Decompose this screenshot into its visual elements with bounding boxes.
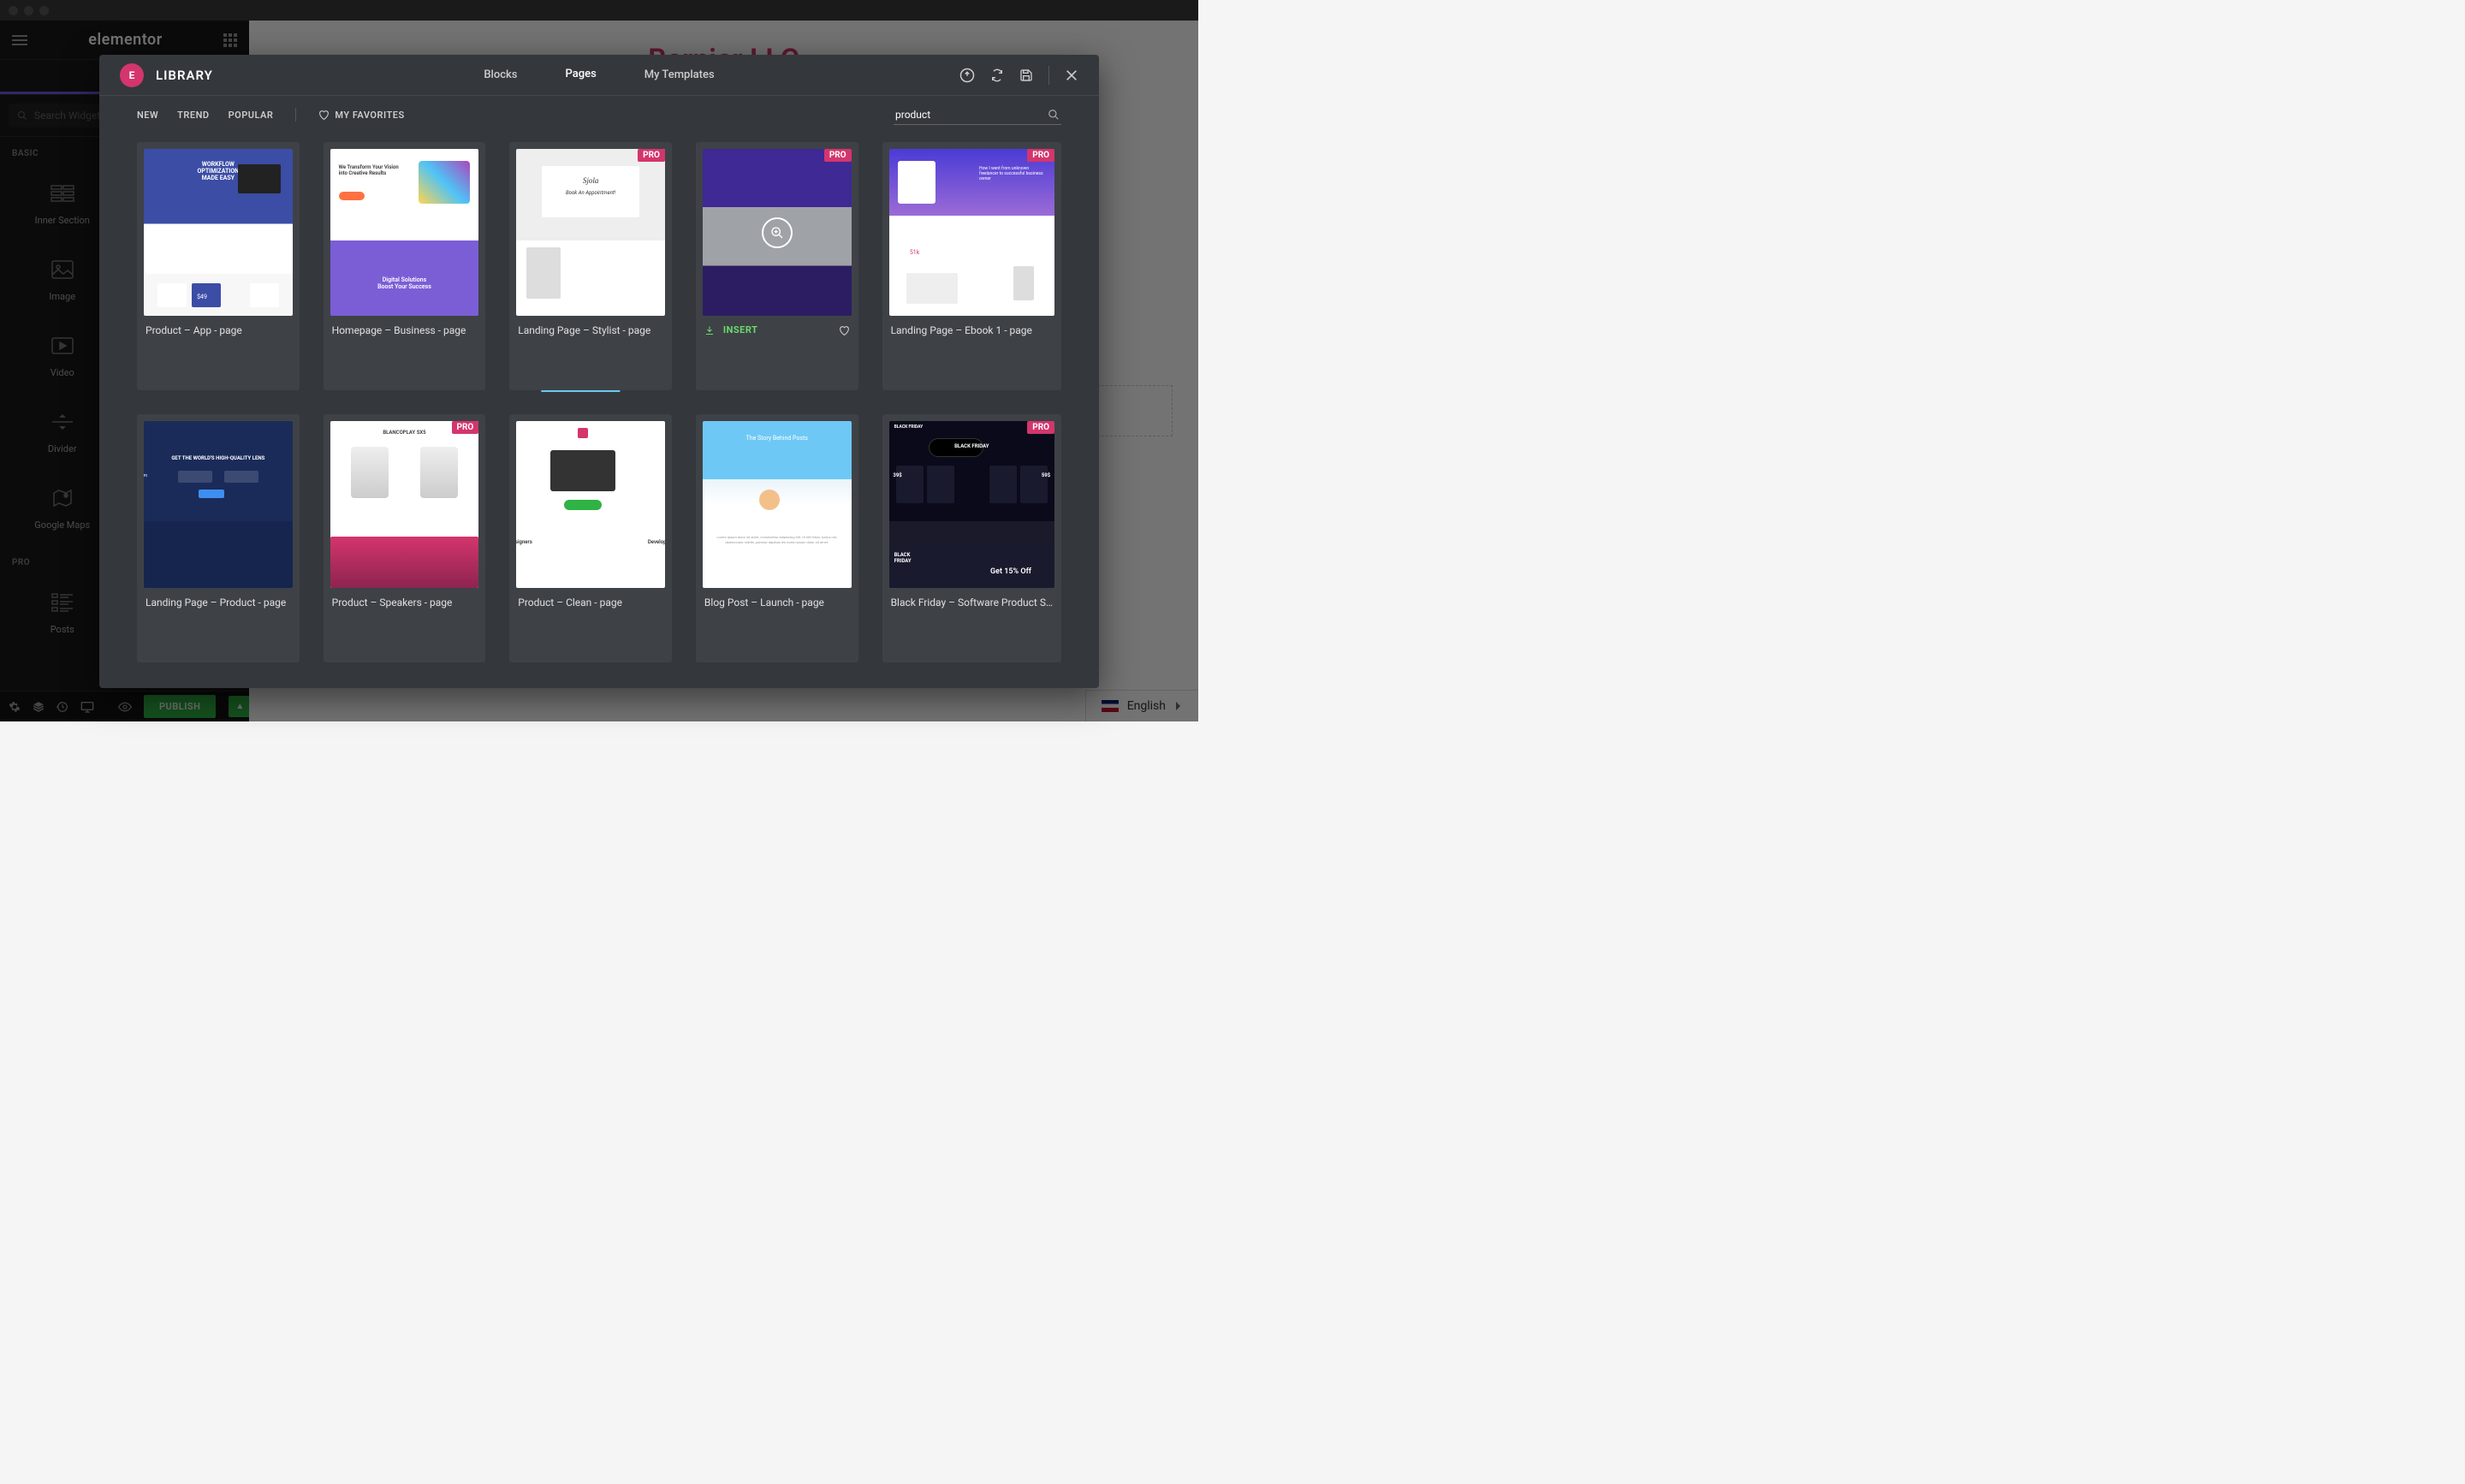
heart-icon — [318, 110, 330, 120]
template-thumbnail: BLANCOPLAY SX5 — [330, 421, 479, 588]
template-thumbnail: BLACK FRIDAY BLACK FRIDAY 19$ 39$ 59$ 99… — [889, 421, 1054, 588]
filter-favorites-label: MY FAVORITES — [335, 110, 404, 121]
template-title: Product – App - page — [144, 316, 293, 340]
pro-badge: PRO — [1027, 149, 1054, 162]
magnify-icon — [762, 217, 793, 248]
template-title: Black Friday – Software Product S… — [889, 588, 1054, 612]
filter-popular[interactable]: POPULAR — [229, 110, 274, 121]
template-thumbnail: The Story Behind Posts Lorem ipsum dolor… — [703, 421, 852, 588]
template-thumbnail: GET THE WORLD'S HIGH-QUALITY LENS 18-135… — [144, 421, 293, 588]
template-title: Homepage – Business - page — [330, 316, 479, 340]
template-title: Product – Clean - page — [516, 588, 665, 612]
template-title: Product – Speakers - page — [330, 588, 479, 612]
filter-trend[interactable]: TREND — [177, 110, 209, 121]
template-thumbnail: Designers Developers — [516, 421, 665, 588]
template-card[interactable]: PRO BLACK FRIDAY BLACK FRIDAY 19$ 39$ 59… — [882, 414, 1061, 662]
modal-header: E LIBRARY Blocks Pages My Templates — [99, 55, 1099, 96]
template-search[interactable] — [894, 105, 1061, 125]
download-icon — [704, 325, 715, 335]
close-icon[interactable] — [1065, 68, 1078, 82]
modal-title: LIBRARY — [156, 68, 213, 83]
template-card[interactable]: GET THE WORLD'S HIGH-QUALITY LENS 18-135… — [137, 414, 300, 662]
preview-overlay — [703, 149, 852, 316]
insert-button[interactable]: INSERT — [723, 324, 757, 335]
template-title: Landing Page – Ebook 1 - page — [889, 316, 1054, 340]
template-card-hovered[interactable]: PRO INSERT — [696, 142, 858, 390]
template-thumbnail: We Transform Your Vision into Creative R… — [330, 149, 479, 316]
library-modal: E LIBRARY Blocks Pages My Templates NEW … — [99, 55, 1099, 688]
search-input[interactable] — [895, 109, 1041, 121]
template-thumbnail: WORKFLOWOPTIMIZATIONMADE EASY $19 $49 $9… — [144, 149, 293, 316]
filter-favorites[interactable]: MY FAVORITES — [318, 110, 404, 121]
pro-badge: PRO — [638, 149, 665, 162]
favorite-icon[interactable] — [839, 325, 850, 335]
pro-badge: PRO — [824, 149, 852, 162]
search-icon — [1048, 109, 1060, 121]
template-thumbnail: Sjola Book An Appointment! — [516, 149, 665, 316]
template-title: Blog Post – Launch - page — [703, 588, 852, 612]
template-card[interactable]: WORKFLOWOPTIMIZATIONMADE EASY $19 $49 $9… — [137, 142, 300, 390]
template-card[interactable]: Designers Developers Product – Clean - p… — [509, 414, 672, 662]
template-title: Landing Page – Stylist - page — [516, 316, 665, 340]
template-thumbnail: How I went from unknown freelancer to su… — [889, 149, 1054, 316]
divider — [1048, 66, 1049, 85]
templates-grid: WORKFLOWOPTIMIZATIONMADE EASY $19 $49 $9… — [99, 134, 1099, 688]
template-card[interactable]: PRO How I went from unknown freelancer t… — [882, 142, 1061, 390]
pro-badge: PRO — [1027, 421, 1054, 434]
template-card[interactable]: PRO Sjola Book An Appointment! Landing P… — [509, 142, 672, 390]
template-thumbnail — [703, 149, 852, 316]
sync-icon[interactable] — [990, 68, 1004, 82]
template-card[interactable]: PRO BLANCOPLAY SX5 Product – Speakers - … — [324, 414, 486, 662]
filter-new[interactable]: NEW — [137, 110, 158, 121]
elementor-logo-icon: E — [120, 63, 144, 87]
import-icon[interactable] — [959, 68, 975, 83]
insert-row: INSERT — [703, 316, 852, 339]
template-card[interactable]: We Transform Your Vision into Creative R… — [324, 142, 486, 390]
divider — [295, 108, 296, 122]
modal-header-actions — [959, 66, 1078, 85]
template-card[interactable]: The Story Behind Posts Lorem ipsum dolor… — [696, 414, 858, 662]
pro-badge: PRO — [452, 421, 479, 434]
template-title: Landing Page – Product - page — [144, 588, 293, 612]
save-icon[interactable] — [1019, 68, 1033, 82]
